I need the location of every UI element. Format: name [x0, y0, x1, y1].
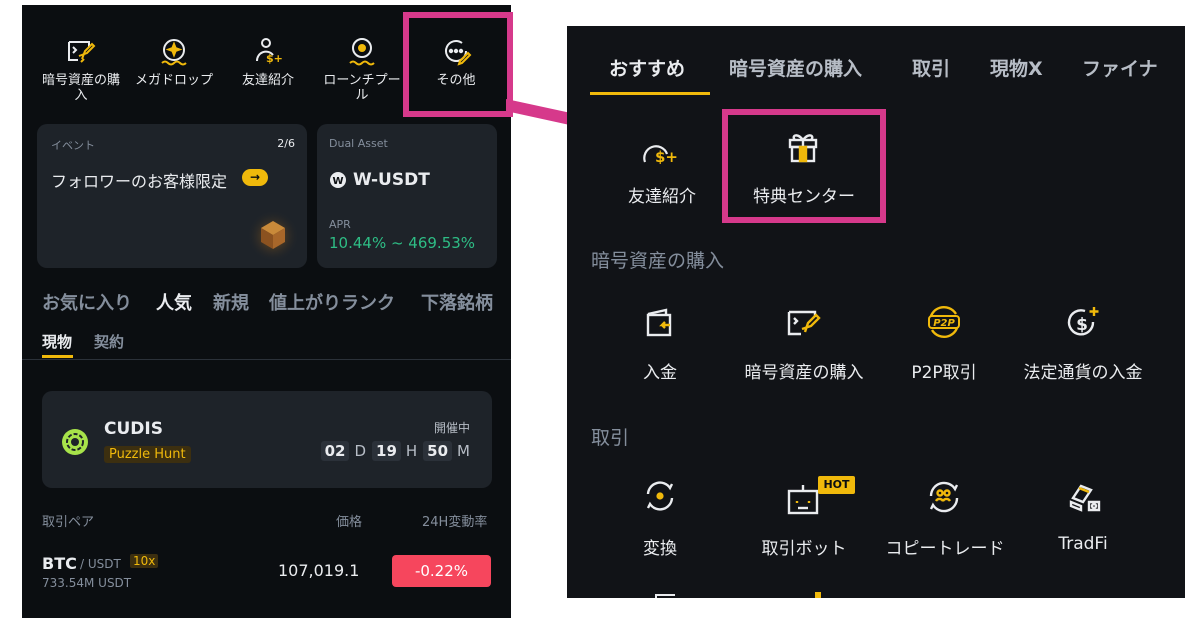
- buy-crypto-icon[interactable]: [785, 306, 823, 340]
- svg-text:P2P: P2P: [933, 318, 955, 329]
- sub-tab-spot[interactable]: 現物: [42, 331, 72, 352]
- apr-value: 10.44% ~ 469.53%: [329, 234, 476, 252]
- referral-label: 友達紹介: [628, 187, 696, 207]
- sub-tab-active-indicator: [42, 355, 73, 358]
- promo-badge: Puzzle Hunt: [104, 446, 191, 463]
- tab-new[interactable]: 新規: [213, 289, 249, 315]
- tab-favorites[interactable]: お気に入り: [42, 289, 132, 315]
- svg-text:$: $: [1076, 315, 1088, 335]
- svg-text:W: W: [332, 176, 343, 187]
- promo-status: 開催中: [433, 421, 470, 435]
- divider: [22, 359, 511, 360]
- buy-crypto-icon[interactable]: [64, 35, 96, 67]
- column-header-pair: 取引ペア: [42, 515, 95, 530]
- leverage-badge: 10x: [130, 554, 159, 568]
- cudis-logo-icon: [61, 428, 89, 456]
- tab-buy-crypto[interactable]: 暗号資産の購入: [729, 54, 862, 81]
- pair-price: 107,019.1: [278, 561, 360, 580]
- countdown-hours-unit: H: [405, 442, 418, 460]
- change-badge[interactable]: -0.22%: [392, 555, 491, 587]
- tab-recommended[interactable]: おすすめ: [609, 54, 685, 81]
- trading-bot-label: 取引ボット: [761, 539, 847, 559]
- event-arrow-button[interactable]: →: [242, 169, 268, 186]
- countdown-days-unit: D: [354, 442, 367, 460]
- countdown-timer: 02 D 19 H 50 M: [320, 441, 470, 461]
- countdown-minutes-unit: M: [457, 442, 470, 460]
- tradfi-label: TradFi: [1058, 534, 1108, 554]
- p2p-label: P2P取引: [911, 363, 977, 383]
- column-header-price: 価格: [336, 515, 363, 530]
- copy-trade-icon[interactable]: [925, 478, 963, 516]
- referral-icon[interactable]: $+: [252, 35, 284, 67]
- next-row-partial-icons: [647, 592, 1067, 598]
- fiat-deposit-icon[interactable]: $: [1065, 304, 1101, 340]
- p2p-icon[interactable]: P2P: [924, 304, 964, 340]
- tradfi-icon[interactable]: [1065, 478, 1105, 514]
- highlight-rewards-center: [722, 109, 886, 223]
- dual-asset-tag: Dual Asset: [329, 137, 388, 150]
- countdown-hours: 19: [372, 441, 401, 461]
- event-pager: 2/6: [277, 137, 295, 150]
- copy-trade-label: コピートレード: [885, 539, 1005, 559]
- deposit-icon[interactable]: [643, 306, 677, 340]
- tab-spot-x[interactable]: 現物X: [990, 54, 1043, 81]
- megadrop-icon[interactable]: [158, 35, 190, 67]
- pair-volume: 733.54M USDT: [42, 576, 132, 590]
- dual-asset-coin: W-USDT: [353, 170, 430, 190]
- section-title-buy-crypto: 暗号資産の購入: [591, 250, 725, 272]
- tab-gainers[interactable]: 値上がりランク: [269, 289, 395, 315]
- buy-crypto-label: 暗号資産の購入: [744, 363, 864, 383]
- tab-losers[interactable]: 下落銘柄: [421, 289, 493, 315]
- pair-base: BTC: [42, 554, 77, 573]
- convert-label: 変換: [643, 539, 677, 559]
- quick-action-label-buy-crypto: 暗号資産の購 入: [41, 73, 120, 103]
- event-tag: イベント: [51, 139, 95, 152]
- launchpool-icon[interactable]: [346, 35, 378, 67]
- svg-text:$+: $+: [655, 148, 678, 164]
- deposit-label: 入金: [643, 363, 677, 383]
- pair-quote: / USDT: [80, 557, 121, 571]
- tab-trade[interactable]: 取引: [912, 54, 950, 81]
- tab-finance[interactable]: ファイナ: [1082, 54, 1158, 81]
- highlight-more-button: [403, 12, 513, 117]
- quick-action-label-megadrop: メガドロップ: [134, 73, 213, 88]
- countdown-minutes: 50: [423, 441, 453, 461]
- countdown-days: 02: [320, 441, 350, 461]
- column-header-change: 24H変動率: [422, 515, 488, 530]
- tab-popular[interactable]: 人気: [156, 289, 192, 315]
- convert-icon[interactable]: [642, 478, 678, 514]
- table-row[interactable]: BTC / USDT 10x 733.54M USDT 107,019.1 -0…: [22, 549, 511, 599]
- dual-asset-card[interactable]: Dual Asset W W-USDT APR 10.44% ~ 469.53%: [317, 124, 497, 268]
- promo-name: CUDIS: [104, 419, 163, 439]
- quick-action-label-launchpool: ローンチプー ル: [323, 73, 401, 103]
- event-card[interactable]: イベント 2/6 フォロワーのお客様限定 →: [37, 124, 307, 268]
- referral-icon[interactable]: $+: [643, 136, 687, 164]
- quick-action-label-referral: 友達紹介: [241, 73, 294, 88]
- fiat-deposit-label: 法定通貨の入金: [1023, 363, 1143, 383]
- apr-label: APR: [329, 218, 351, 231]
- w-coin-icon: W: [329, 171, 347, 189]
- trading-bot-icon[interactable]: [785, 482, 821, 518]
- event-title: フォロワーのお客様限定: [51, 172, 228, 191]
- tab-active-indicator: [590, 92, 710, 95]
- event-artwork: [245, 206, 301, 262]
- svg-text:$+: $+: [266, 52, 283, 65]
- promo-card[interactable]: CUDIS Puzzle Hunt 開催中 02 D 19 H 50 M: [42, 391, 492, 488]
- sub-tab-futures[interactable]: 契約: [94, 331, 124, 352]
- hot-badge: HOT: [818, 476, 855, 494]
- section-title-trade: 取引: [591, 427, 630, 449]
